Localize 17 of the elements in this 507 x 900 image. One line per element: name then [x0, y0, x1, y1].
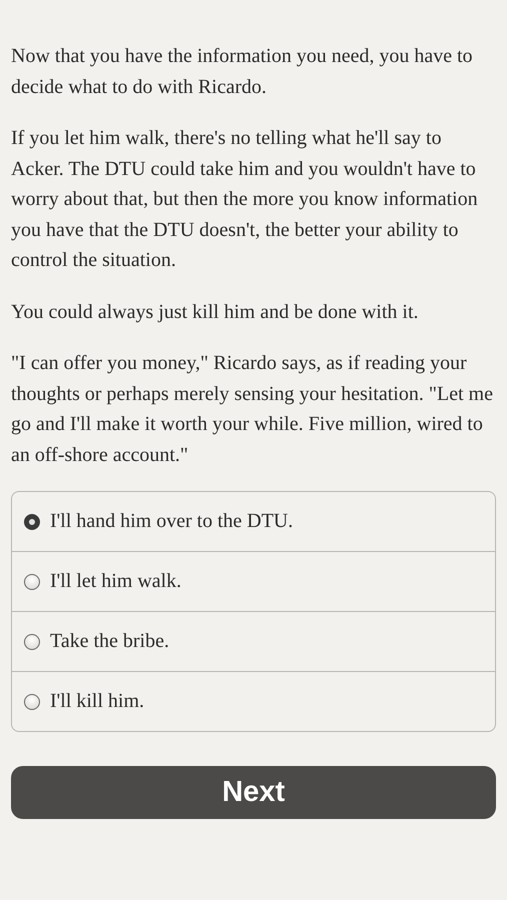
- story-paragraph: If you let him walk, there's no telling what he'll say to Acker. The DTU could take him and you wouldn't have to worry about that, but then the more you know information you have that the DTU doesn't, the better your ability to control the situation.: [11, 126, 479, 273]
- choice-label: I'll let him walk.: [50, 570, 182, 593]
- choice-option[interactable]: I'll hand him over to the DTU.: [12, 492, 495, 551]
- radio-button[interactable]: [24, 634, 40, 650]
- choice-label: I'll hand him over to the DTU.: [50, 510, 293, 533]
- radio-button[interactable]: [24, 514, 40, 530]
- story-paragraph: Now that you have the information you need, you have to decide what to do with Ricardo.: [11, 44, 474, 100]
- choice-option[interactable]: I'll kill him.: [12, 671, 495, 731]
- story-paragraph: "I can offer you money," Ricardo says, as if reading your thoughts or perhaps merely sensing your hesitation. "Let me go and I'll make it worth your while. Five million, wired to an off-shore account.": [11, 351, 494, 468]
- choice-option[interactable]: Take the bribe.: [12, 611, 495, 671]
- story-paragraph: You could always just kill him and be done with it.: [11, 300, 420, 324]
- next-button[interactable]: Next: [11, 766, 496, 819]
- choice-option[interactable]: I'll let him walk.: [12, 551, 495, 611]
- choice-label: Take the bribe.: [50, 630, 170, 653]
- radio-button[interactable]: [24, 694, 40, 710]
- choice-label: I'll kill him.: [50, 690, 144, 713]
- radio-button[interactable]: [24, 574, 40, 590]
